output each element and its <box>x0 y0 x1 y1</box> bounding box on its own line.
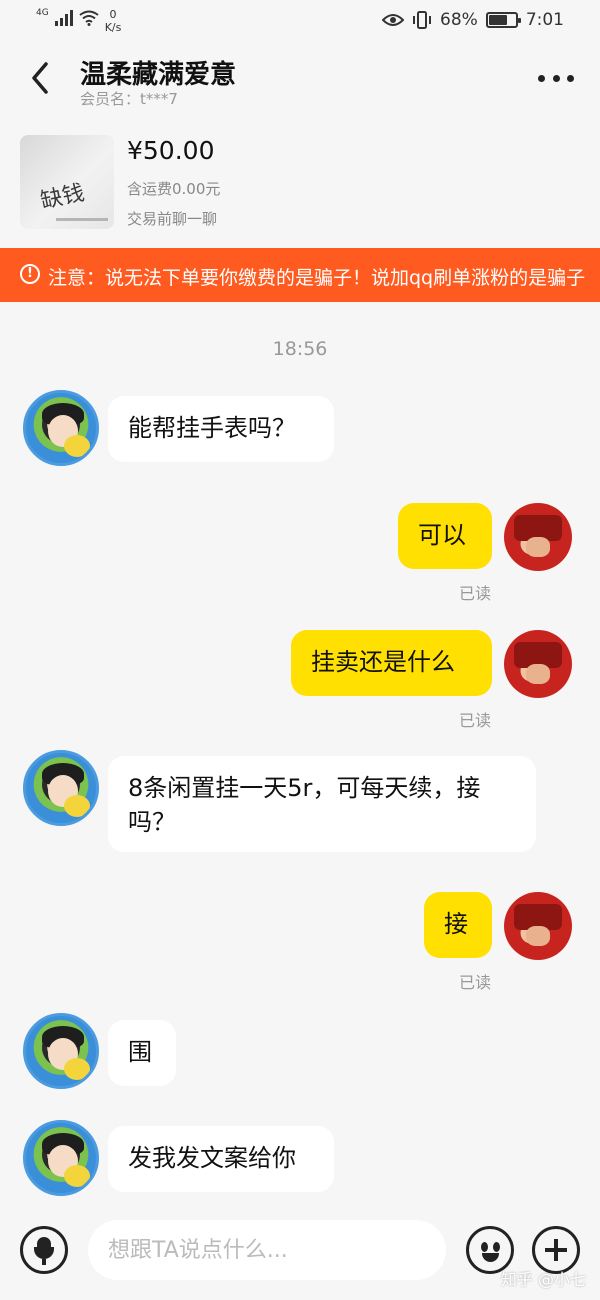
page-title: 温柔藏满爱意 <box>80 60 237 90</box>
message-bubble-outgoing[interactable]: 接 <box>424 892 492 958</box>
read-status: 已读 <box>459 973 492 992</box>
other-avatar[interactable] <box>23 1120 99 1196</box>
product-card[interactable]: 缺钱 ¥50.00 含运费0.00元 交易前聊一聊 <box>0 126 600 246</box>
pre-chat-hint: 交易前聊一聊 <box>127 210 218 228</box>
other-avatar[interactable] <box>23 390 99 466</box>
microphone-icon[interactable] <box>20 1226 68 1274</box>
wifi-icon <box>79 10 99 26</box>
warning-text: 注意：说无法下单要你缴费的是骗子！说加qq刷单涨粉的是骗子 <box>48 267 586 289</box>
net-speed: 0 K/s <box>105 8 122 34</box>
other-avatar[interactable] <box>23 750 99 826</box>
member-name: 会员名：t***7 <box>80 90 178 108</box>
message-bubble-incoming[interactable]: 围 <box>108 1020 176 1086</box>
read-status: 已读 <box>459 711 492 730</box>
vibrate-icon <box>413 11 432 29</box>
product-image[interactable]: 缺钱 <box>20 135 114 229</box>
net-speed-unit: K/s <box>104 21 122 34</box>
net-speed-value: 0 <box>109 8 117 21</box>
my-avatar[interactable] <box>504 503 572 571</box>
chat-header: 温柔藏满爱意 会员名：t***7 <box>0 42 600 122</box>
message-bubble-outgoing[interactable]: 可以 <box>398 503 492 569</box>
status-right: 68% 7:01 <box>382 10 564 30</box>
watermark: 知乎 @小七 <box>500 1270 586 1289</box>
warning-banner: ! 注意：说无法下单要你缴费的是骗子！说加qq刷单涨粉的是骗子 <box>0 248 600 302</box>
back-arrow-icon[interactable] <box>24 58 60 98</box>
battery-fill <box>488 15 507 25</box>
battery-icon <box>485 12 521 28</box>
product-price: ¥50.00 <box>127 136 215 165</box>
read-status: 已读 <box>459 584 492 603</box>
my-avatar[interactable] <box>504 892 572 960</box>
signal-icon <box>54 10 73 26</box>
message-bubble-incoming[interactable]: 发我发文案给你 <box>108 1126 334 1192</box>
chat-timestamp: 18:56 <box>272 338 328 360</box>
message-bubble-incoming[interactable]: 能帮挂手表吗？ <box>108 396 334 462</box>
message-input[interactable] <box>88 1220 446 1280</box>
status-left: 4G 0 K/s <box>36 8 121 34</box>
more-options-icon[interactable] <box>538 66 574 90</box>
status-bar: 4G 0 K/s 68% 7:01 <box>0 0 600 42</box>
message-bubble-incoming[interactable]: 8条闲置挂一天5r，可每天续，接吗？ <box>108 756 536 852</box>
product-image-signature: 缺钱 <box>38 180 87 215</box>
battery-percent: 68% <box>440 10 478 30</box>
eye-icon <box>382 14 405 26</box>
my-avatar[interactable] <box>504 630 572 698</box>
shipping-info: 含运费0.00元 <box>127 180 221 198</box>
clock: 7:01 <box>525 10 564 30</box>
network-type: 4G <box>36 8 49 18</box>
product-image-caption <box>56 218 108 221</box>
message-bubble-outgoing[interactable]: 挂卖还是什么 <box>291 630 492 696</box>
alert-icon: ! <box>20 264 40 284</box>
other-avatar[interactable] <box>23 1013 99 1089</box>
